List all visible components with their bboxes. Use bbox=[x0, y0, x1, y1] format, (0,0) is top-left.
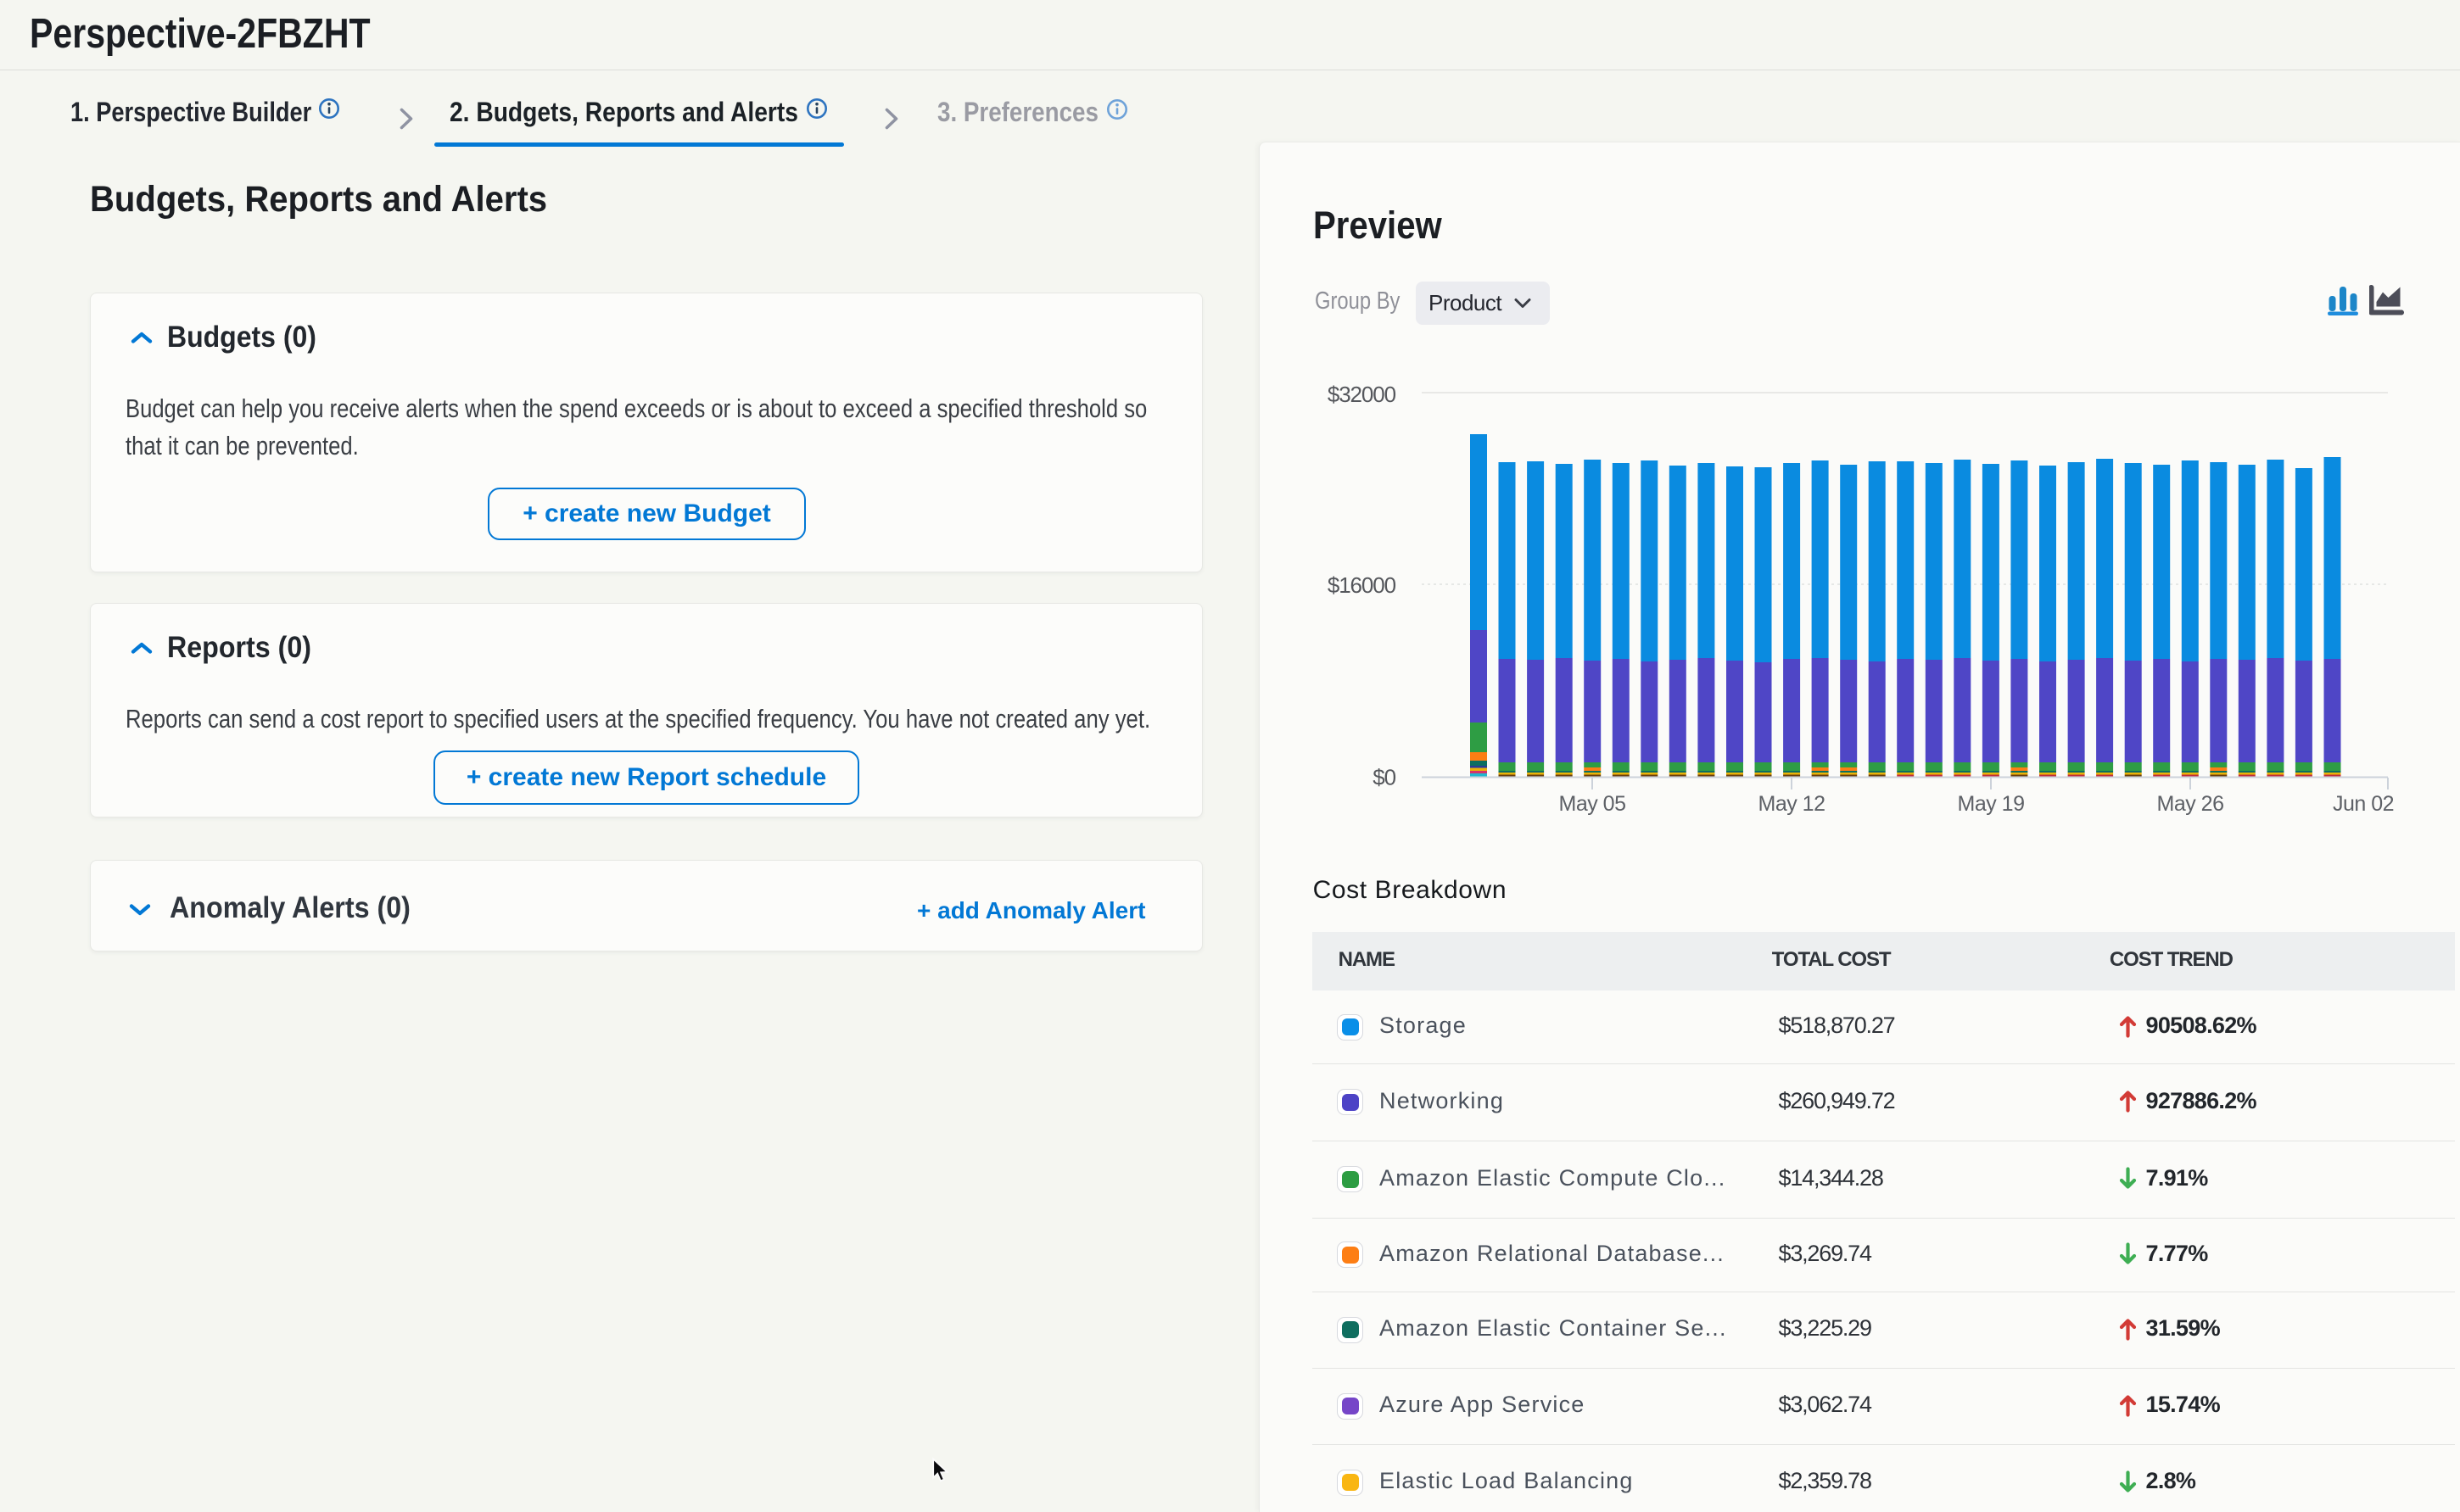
svg-text:May 05: May 05 bbox=[1559, 792, 1626, 816]
svg-text:May 26: May 26 bbox=[2157, 792, 2224, 816]
svg-text:$32000: $32000 bbox=[1328, 382, 1396, 407]
svg-text:Jun 02: Jun 02 bbox=[2333, 792, 2394, 816]
svg-text:May 19: May 19 bbox=[1958, 792, 2025, 816]
svg-text:$0: $0 bbox=[1373, 764, 1395, 789]
svg-text:May 12: May 12 bbox=[1758, 792, 1825, 816]
svg-text:$16000: $16000 bbox=[1328, 572, 1396, 598]
